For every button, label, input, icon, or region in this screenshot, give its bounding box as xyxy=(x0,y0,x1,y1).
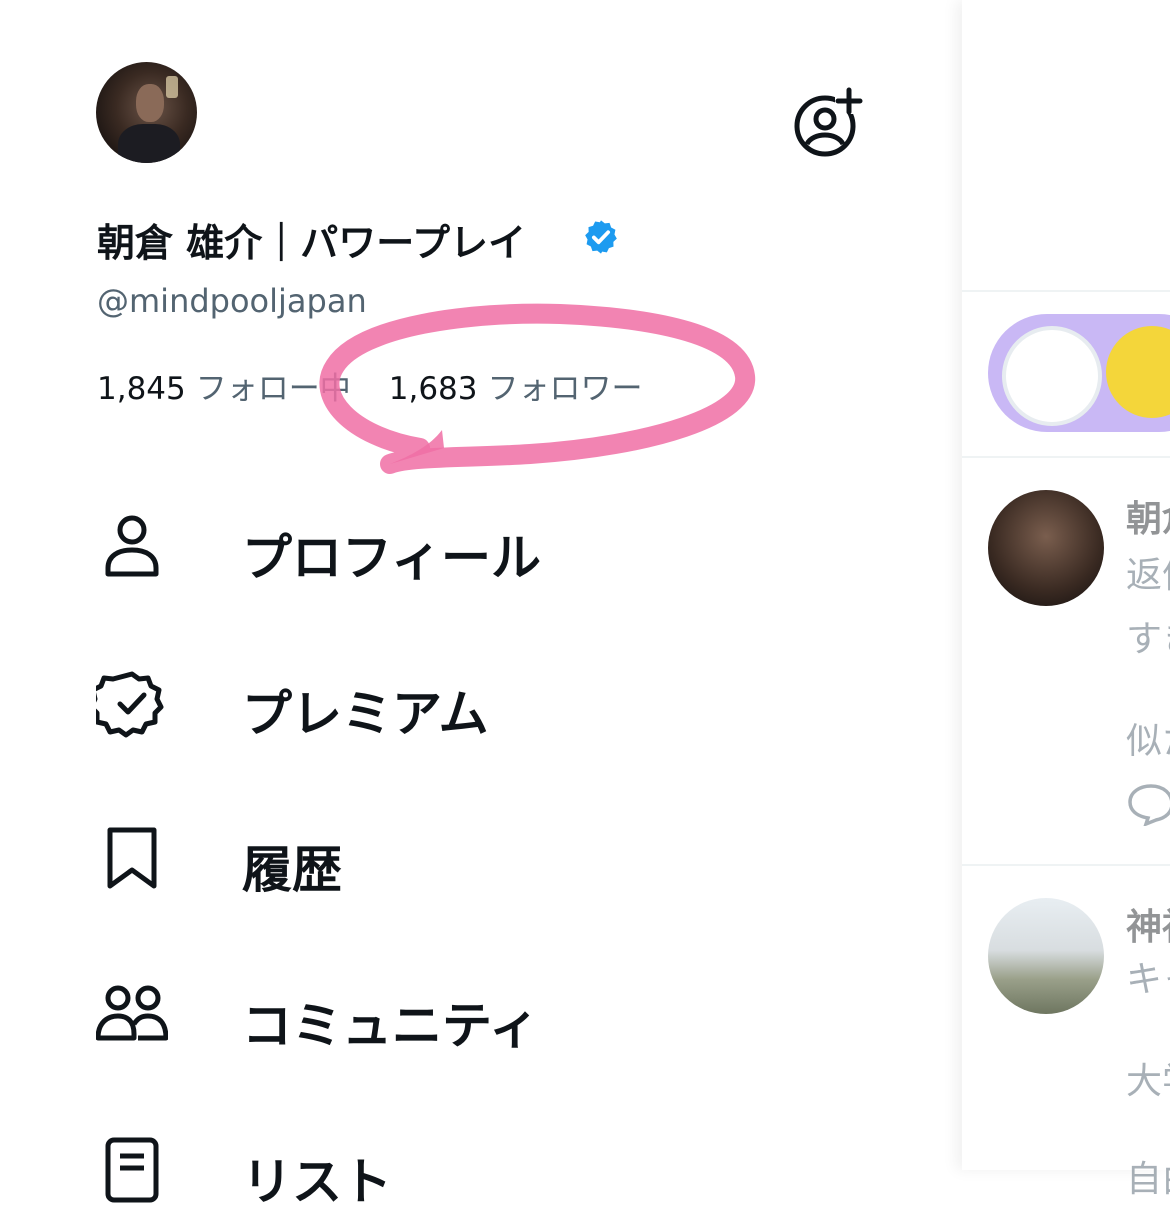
post-text: 返信 xyxy=(1126,555,1170,596)
post-avatar[interactable] xyxy=(988,490,1104,606)
profile-name[interactable]: 朝倉 雄介｜パワープレイ xyxy=(97,212,526,267)
timeline-panel[interactable]: 朝倉 返信 すき 似た 神社 キャ 大学 自由 xyxy=(962,0,1170,1200)
following-link[interactable]: 1,845 フォロー中 xyxy=(97,371,351,407)
post-text: キャ xyxy=(1126,959,1170,1000)
profile-avatar[interactable] xyxy=(96,62,197,163)
verified-badge-icon xyxy=(585,220,617,254)
divider xyxy=(962,456,1170,458)
followers-link[interactable]: 1,683 フォロワー xyxy=(389,371,643,407)
menu-item-profile[interactable]: プロフィール xyxy=(96,510,796,590)
divider xyxy=(962,290,1170,292)
followers-count: 1,683 xyxy=(388,371,478,407)
premium-badge-icon xyxy=(96,671,164,738)
post-text: すき xyxy=(1126,619,1170,660)
profile-handle: @mindpooljapan xyxy=(97,282,367,320)
post-author[interactable]: 神社 xyxy=(1126,898,1170,950)
menu-label: プレミアム xyxy=(242,685,489,743)
add-account-icon[interactable] xyxy=(793,86,865,158)
menu-item-history[interactable]: 履歴 xyxy=(96,822,796,902)
people-icon xyxy=(96,985,168,1041)
post-author[interactable]: 朝倉 xyxy=(1126,490,1170,542)
spaces-bar[interactable] xyxy=(988,314,1170,432)
post-text: 似た xyxy=(1126,721,1170,762)
person-icon xyxy=(105,515,159,577)
menu-item-communities[interactable]: コミュニティ xyxy=(96,978,796,1058)
menu-label: リスト xyxy=(242,1153,392,1211)
menu-item-lists[interactable]: リスト xyxy=(96,1134,796,1214)
following-count: 1,845 xyxy=(97,371,186,407)
follow-stats: 1,845 フォロー中 1,683 フォロワー xyxy=(97,363,643,408)
list-icon xyxy=(105,1137,159,1203)
menu-item-premium[interactable]: プレミアム xyxy=(96,666,796,746)
bookmark-icon xyxy=(107,827,157,889)
followers-label: フォロワー xyxy=(487,371,643,407)
menu-label: コミュニティ xyxy=(242,997,539,1055)
space-avatar[interactable] xyxy=(1002,326,1102,426)
space-avatar[interactable] xyxy=(1106,326,1170,418)
post-text: 大学 xyxy=(1126,1061,1170,1102)
divider xyxy=(962,864,1170,866)
menu-label: 履歴 xyxy=(242,841,342,899)
reply-icon[interactable] xyxy=(1126,782,1170,826)
side-drawer: 朝倉 雄介｜パワープレイ @mindpooljapan 1,845 フォロー中 1,… xyxy=(0,0,962,1211)
following-label: フォロー中 xyxy=(195,371,351,407)
post-avatar[interactable] xyxy=(988,898,1104,1014)
menu-label: プロフィール xyxy=(242,529,541,587)
post-text: 自由 xyxy=(1126,1159,1170,1200)
